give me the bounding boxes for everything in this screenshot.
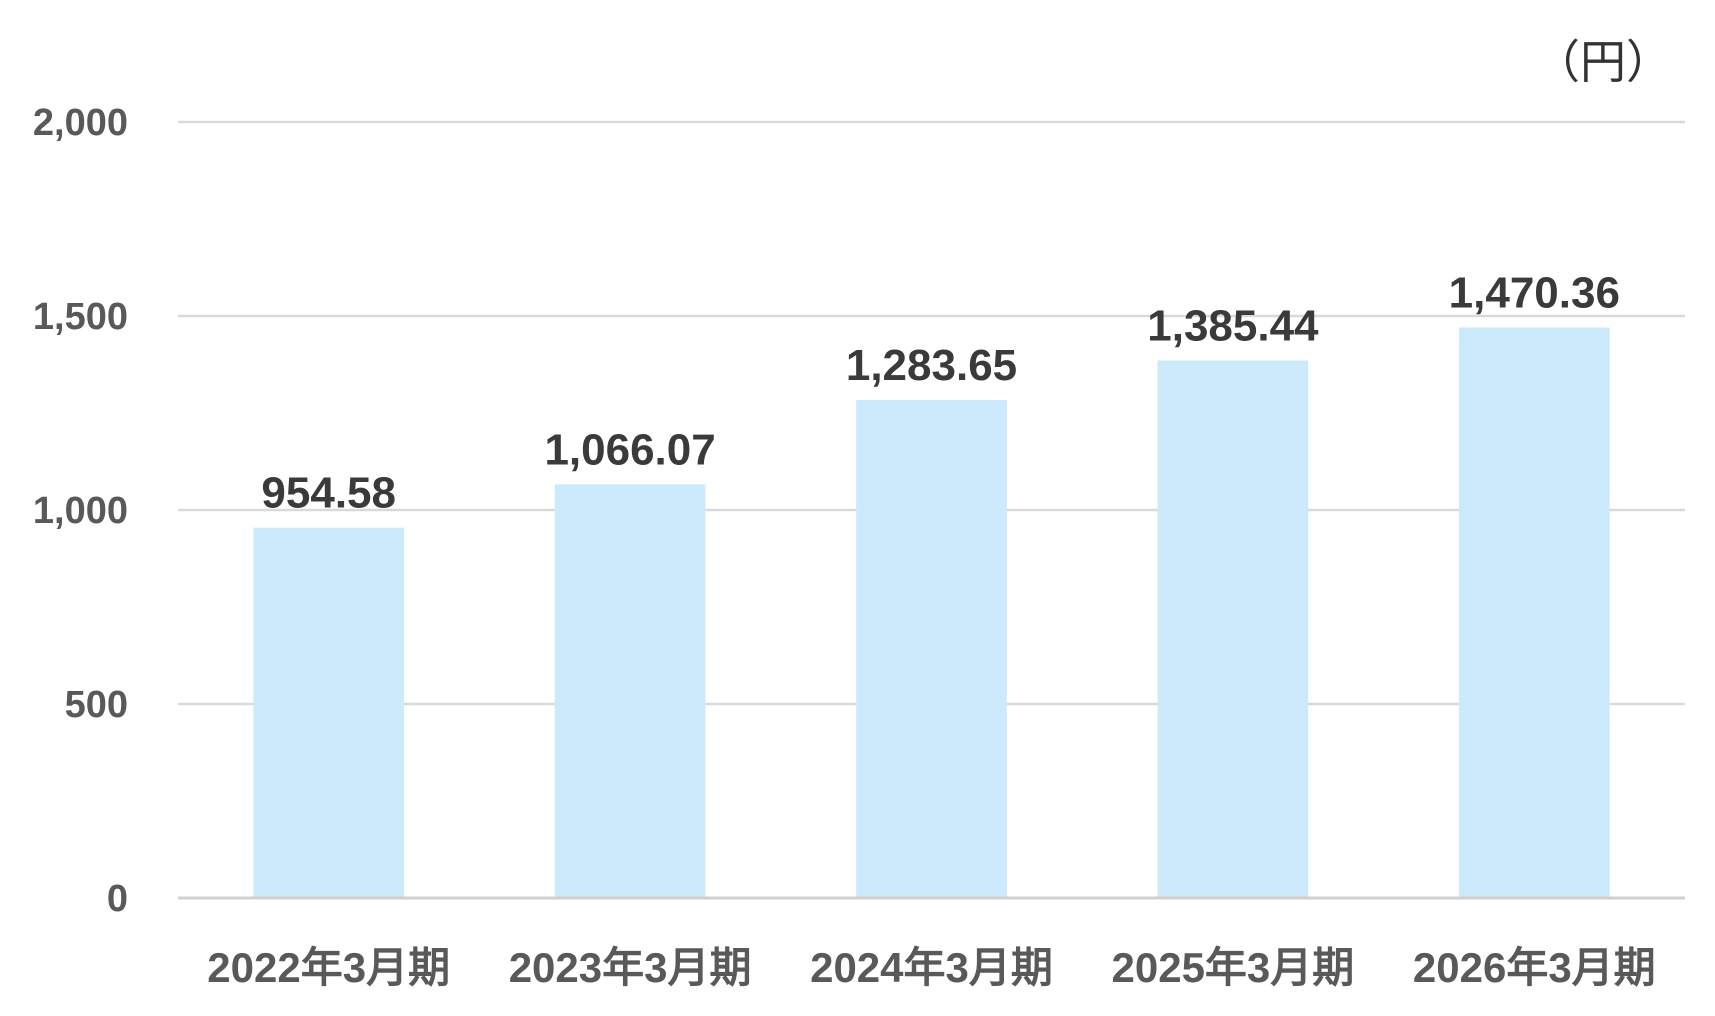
x-tick-label: 2025年3月期 (1112, 944, 1355, 991)
chart-container: （円） 0 500 1,000 1,500 2,000 954.58 1,066.07 1,… (0, 0, 1715, 1016)
y-axis-ticks: 0 500 1,000 1,500 2,000 (33, 102, 128, 920)
y-tick-label: 2,000 (33, 102, 128, 144)
x-tick-label: 2024年3月期 (810, 944, 1053, 991)
bar (1458, 327, 1610, 898)
y-tick-label: 500 (65, 684, 128, 726)
bar (253, 527, 405, 898)
y-tick-label: 0 (107, 878, 128, 920)
bar (1157, 360, 1309, 898)
x-tick-label: 2023年3月期 (509, 944, 752, 991)
data-label: 954.58 (261, 469, 396, 518)
data-label: 1,283.65 (846, 341, 1017, 390)
y-tick-label: 1,000 (33, 490, 128, 532)
bar-chart: （円） 0 500 1,000 1,500 2,000 954.58 1,066.07 1,… (33, 35, 1685, 991)
y-tick-label: 1,500 (33, 296, 128, 338)
data-label: 1,385.44 (1147, 301, 1319, 350)
bars (253, 327, 1610, 898)
x-tick-label: 2022年3月期 (207, 944, 450, 991)
bar (856, 399, 1007, 898)
data-label: 1,470.36 (1449, 269, 1620, 318)
bar (554, 484, 706, 898)
x-tick-label: 2026年3月期 (1413, 944, 1656, 991)
unit-label: （円） (1534, 35, 1672, 89)
x-axis-ticks: 2022年3月期 2023年3月期 2024年3月期 2025年3月期 2026年3月期 (178, 896, 1685, 991)
data-label: 1,066.07 (544, 425, 715, 474)
